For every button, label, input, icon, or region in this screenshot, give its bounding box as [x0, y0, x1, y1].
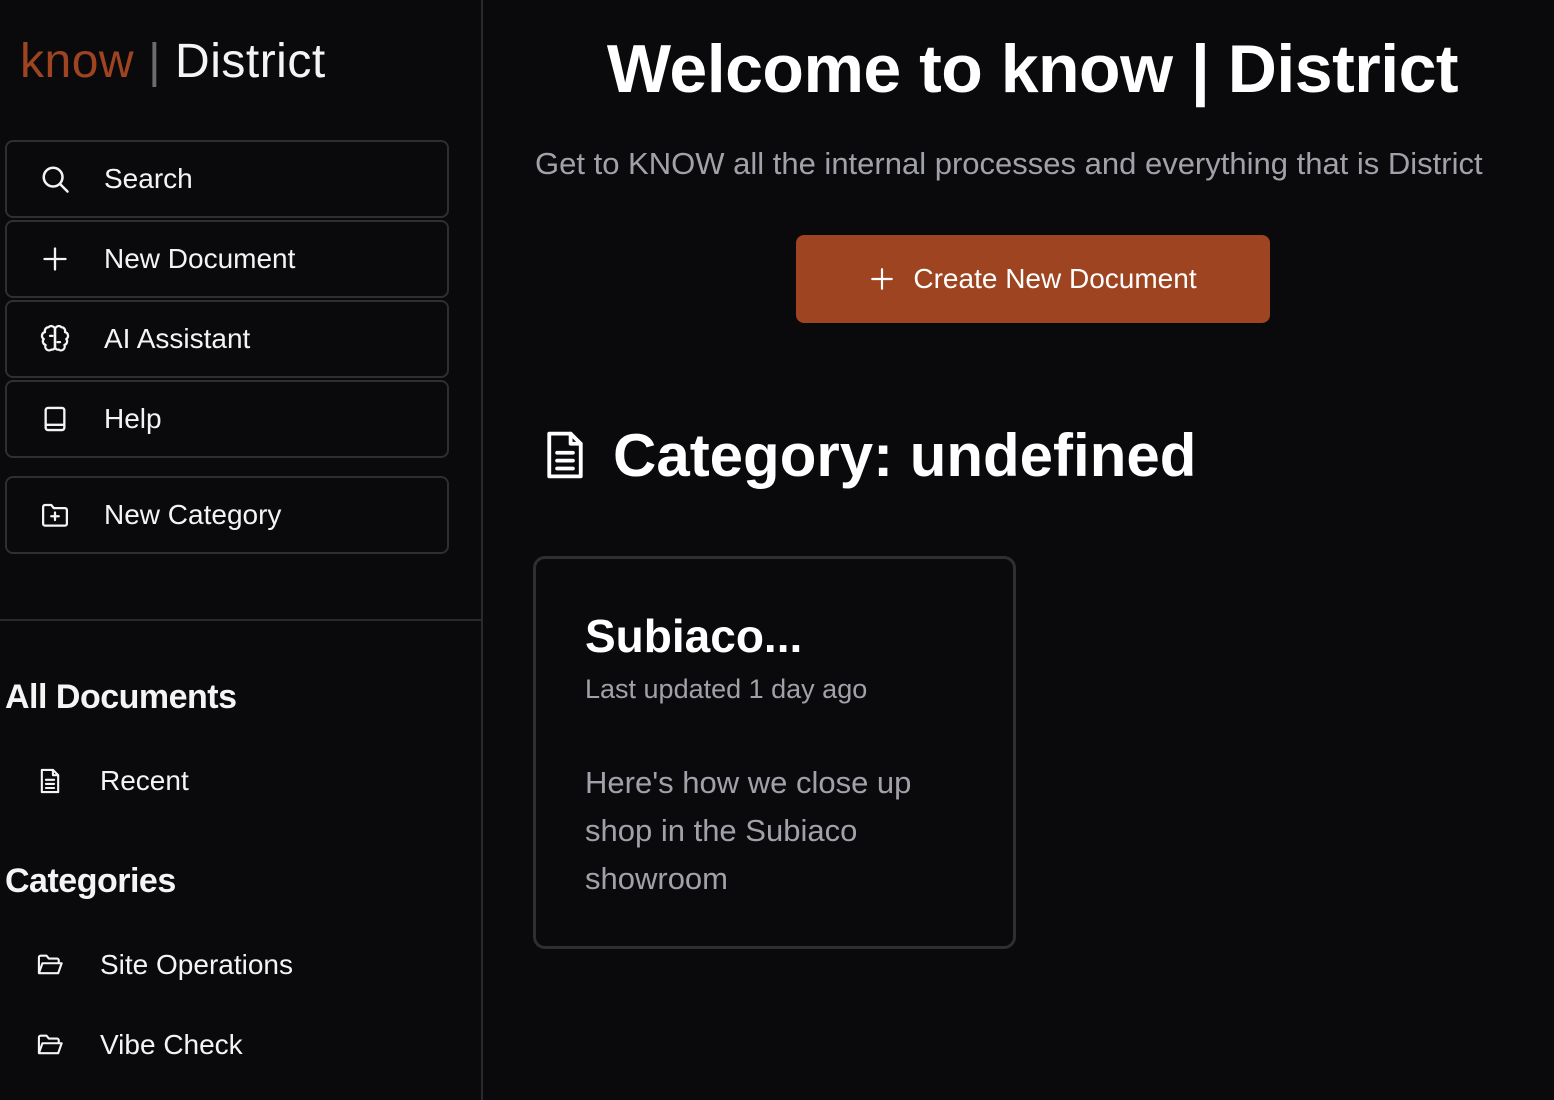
- app-root: know|District Search New Document AI A: [0, 0, 1554, 1100]
- sidebar-divider: [0, 619, 483, 621]
- all-documents-heading: All Documents: [5, 678, 237, 716]
- sidebar-item-label: Site Operations: [100, 949, 293, 980]
- page-title: Welcome to know | District: [606, 31, 1459, 107]
- plus-icon: [40, 244, 70, 274]
- brand-separator: |: [148, 35, 162, 88]
- brand-name: District: [175, 35, 326, 88]
- document-icon: [535, 420, 595, 490]
- folder-open-icon: [30, 945, 70, 985]
- create-new-document-button[interactable]: Create New Document: [796, 235, 1270, 323]
- book-icon: [40, 404, 70, 434]
- plus-icon: [869, 266, 895, 292]
- search-button-label: Search: [104, 163, 193, 194]
- sidebar-item-recent[interactable]: Recent: [30, 756, 450, 806]
- document-icon: [30, 761, 70, 801]
- help-button[interactable]: Help: [5, 380, 449, 458]
- new-document-button[interactable]: New Document: [5, 220, 449, 298]
- brand-know: know: [20, 35, 135, 88]
- sidebar: know|District Search New Document AI A: [0, 0, 483, 1100]
- document-card-title: Subiaco...: [585, 610, 803, 662]
- brand-logo[interactable]: know | District: [20, 34, 326, 89]
- main-content: Welcome to know | District Get to KNOW a…: [485, 0, 1554, 1100]
- search-button[interactable]: Search: [5, 140, 449, 218]
- folder-plus-icon: [40, 500, 70, 530]
- new-category-button-label: New Category: [104, 499, 282, 530]
- categories-heading: Categories: [5, 862, 176, 900]
- search-icon: [40, 164, 70, 194]
- new-document-button-label: New Document: [104, 243, 296, 274]
- sidebar-item-vibe-check[interactable]: Vibe Check: [30, 1020, 450, 1070]
- brain-icon: [40, 324, 70, 354]
- sidebar-item-label: Vibe Check: [100, 1029, 243, 1060]
- category-heading-text: Category: undefined: [613, 421, 1197, 489]
- category-heading: Category: undefined: [535, 420, 1196, 490]
- ai-assistant-button-label: AI Assistant: [104, 323, 251, 354]
- create-new-document-label: Create New Document: [913, 263, 1197, 294]
- document-card-description: Here's how we close up shop in the Subia…: [585, 765, 912, 896]
- sidebar-item-label: Recent: [100, 765, 189, 796]
- document-card-updated: Last updated 1 day ago: [585, 674, 868, 704]
- new-category-button[interactable]: New Category: [5, 476, 449, 554]
- document-card[interactable]: Subiaco... Last updated 1 day ago Here's…: [533, 556, 1016, 949]
- page-subtitle: Get to KNOW all the internal processes a…: [535, 146, 1483, 181]
- sidebar-item-site-operations[interactable]: Site Operations: [30, 940, 450, 990]
- folder-open-icon: [30, 1025, 70, 1065]
- ai-assistant-button[interactable]: AI Assistant: [5, 300, 449, 378]
- help-button-label: Help: [104, 403, 162, 434]
